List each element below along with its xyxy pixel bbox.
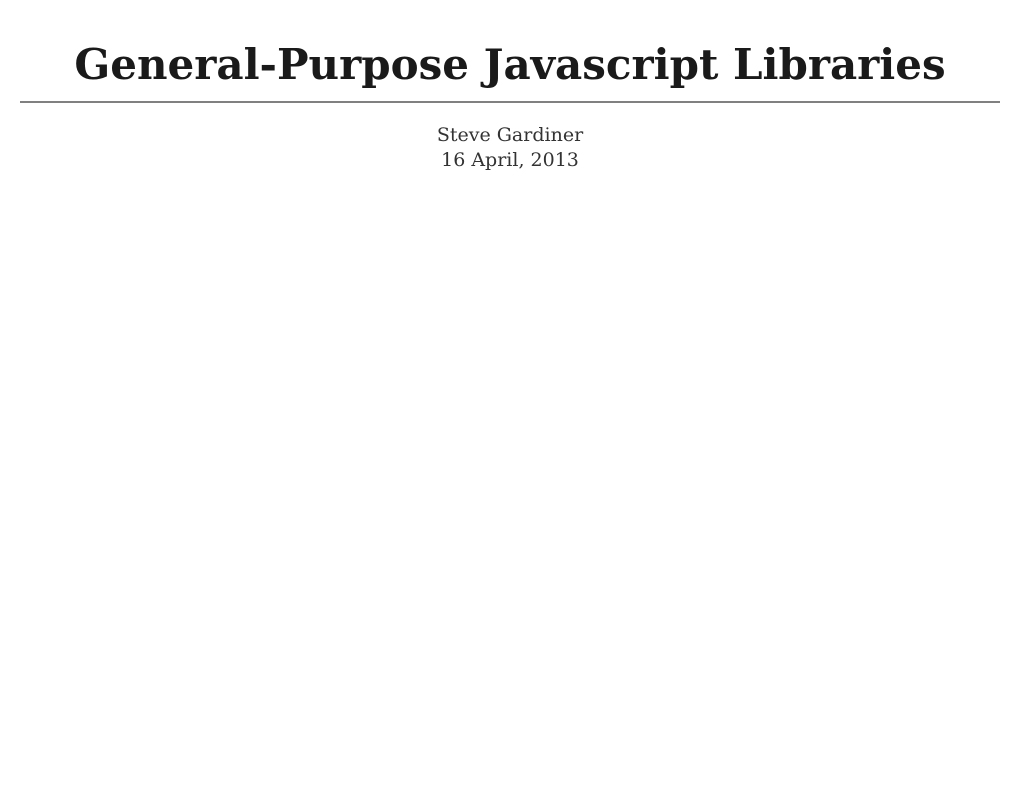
byline: Steve Gardiner 16 April, 2013 (20, 123, 1000, 172)
page-title: General-Purpose Javascript Libraries (20, 40, 1000, 103)
document-date: 16 April, 2013 (20, 148, 1000, 173)
author-name: Steve Gardiner (20, 123, 1000, 148)
